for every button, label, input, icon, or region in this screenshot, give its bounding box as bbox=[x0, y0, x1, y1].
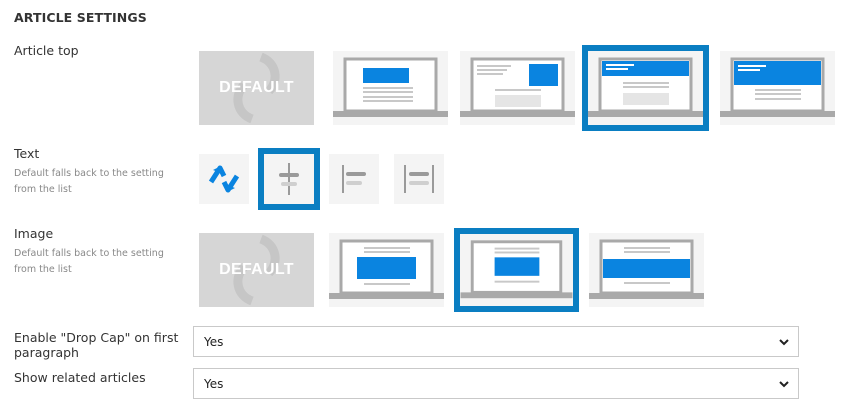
sync-icon bbox=[208, 165, 240, 193]
laptop-layout-icon bbox=[589, 239, 704, 299]
laptop-layout-icon bbox=[588, 57, 703, 117]
align-justify-icon bbox=[404, 165, 434, 193]
laptop-layout-icon bbox=[329, 239, 444, 299]
layout-thumbnail bbox=[460, 51, 575, 125]
default-tile: DEFAULT bbox=[199, 51, 314, 125]
drop-cap-value: Yes bbox=[204, 334, 224, 349]
related-articles-value: Yes bbox=[204, 376, 224, 391]
image-hint: Default falls back to the setting from t… bbox=[14, 248, 164, 275]
section-title: ARTICLE SETTINGS bbox=[14, 10, 147, 25]
option-tile bbox=[329, 154, 379, 204]
article-top-option-default[interactable]: DEFAULT bbox=[199, 51, 314, 125]
related-articles-select[interactable]: Yes bbox=[193, 368, 799, 399]
layout-thumbnail bbox=[588, 51, 703, 125]
default-tile-text: DEFAULT bbox=[219, 261, 294, 278]
image-option-full-width[interactable] bbox=[589, 233, 704, 307]
chevron-down-icon bbox=[779, 338, 789, 345]
default-tile: DEFAULT bbox=[199, 233, 314, 307]
drop-cap-select[interactable]: Yes bbox=[193, 326, 799, 357]
article-top-option-full-header[interactable] bbox=[720, 51, 835, 125]
laptop-layout-icon bbox=[720, 57, 835, 117]
layout-thumbnail bbox=[460, 234, 573, 306]
article-top-option-centered-block[interactable] bbox=[333, 51, 448, 125]
layout-thumbnail bbox=[329, 233, 444, 307]
default-tile-text: DEFAULT bbox=[219, 79, 294, 96]
article-top-option-header-band[interactable] bbox=[582, 45, 709, 131]
image-option-default[interactable]: DEFAULT bbox=[199, 233, 314, 307]
image-option-medium[interactable] bbox=[329, 233, 444, 307]
text-option-align-center[interactable] bbox=[258, 148, 320, 210]
align-center-icon bbox=[279, 163, 299, 195]
image-label: Image bbox=[14, 226, 54, 241]
option-tile bbox=[264, 154, 314, 204]
text-option-align-justify[interactable] bbox=[394, 154, 444, 204]
text-hint: Default falls back to the setting from t… bbox=[14, 168, 164, 195]
text-option-default[interactable] bbox=[199, 154, 249, 204]
image-option-small[interactable] bbox=[454, 228, 579, 312]
laptop-layout-icon bbox=[460, 240, 573, 299]
option-tile bbox=[199, 154, 249, 204]
align-left-icon bbox=[342, 165, 366, 193]
text-option-align-left[interactable] bbox=[329, 154, 379, 204]
article-top-label: Article top bbox=[14, 43, 79, 58]
text-label: Text bbox=[14, 146, 40, 161]
option-tile bbox=[394, 154, 444, 204]
chevron-down-icon bbox=[779, 380, 789, 387]
layout-thumbnail bbox=[589, 233, 704, 307]
layout-thumbnail bbox=[333, 51, 448, 125]
related-articles-label: Show related articles bbox=[14, 370, 146, 385]
drop-cap-label: Enable "Drop Cap" on first paragraph bbox=[14, 330, 179, 360]
article-top-option-right-block[interactable] bbox=[460, 51, 575, 125]
layout-thumbnail bbox=[720, 51, 835, 125]
laptop-layout-icon bbox=[333, 57, 448, 117]
laptop-layout-icon bbox=[460, 57, 575, 117]
